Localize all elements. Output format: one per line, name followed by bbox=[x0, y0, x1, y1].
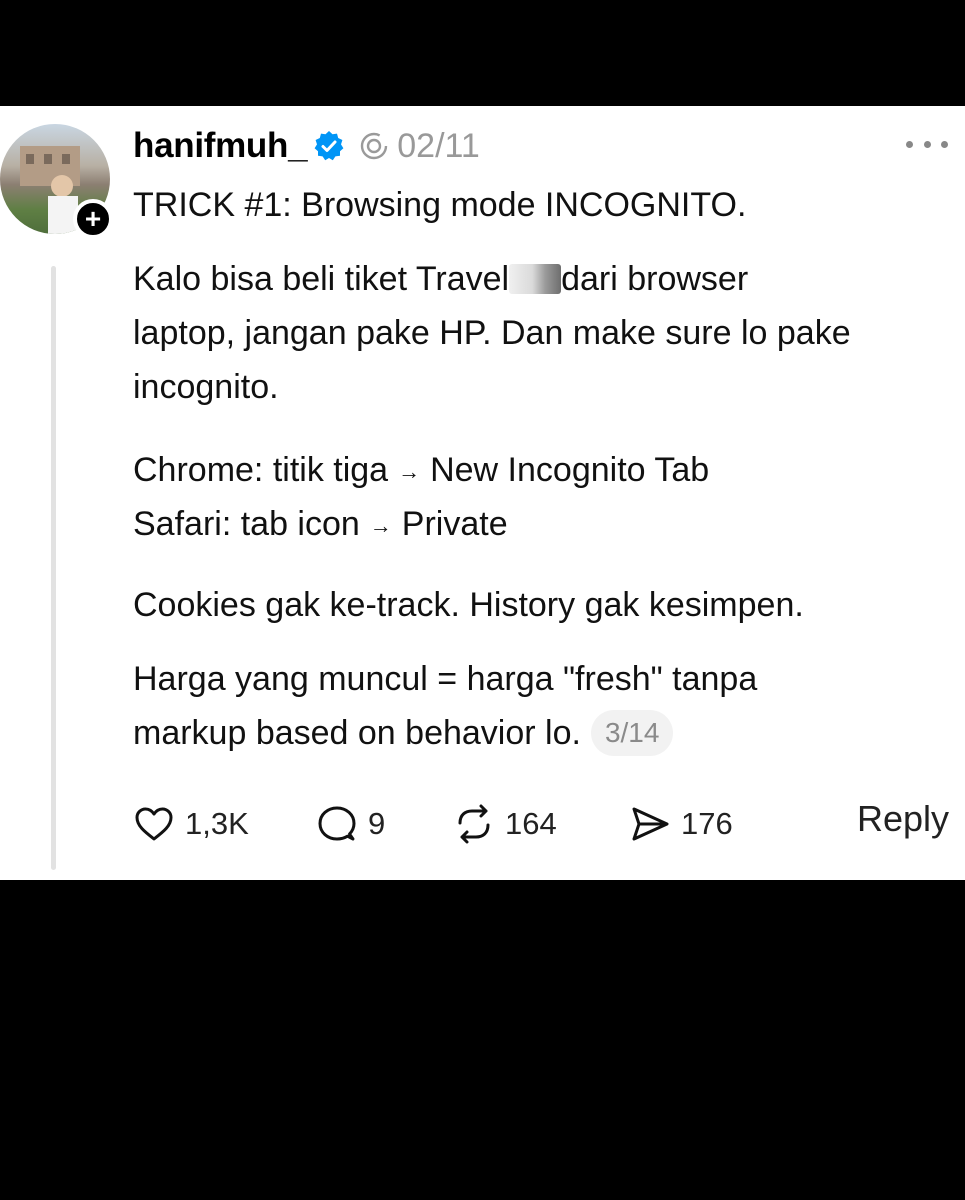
text-fragment: Private bbox=[401, 505, 508, 543]
share-button[interactable]: 176 bbox=[629, 799, 733, 849]
action-bar: 1,3K 9 164 176 bbox=[133, 799, 953, 849]
arrow-icon: → bbox=[369, 513, 392, 538]
repost-count: 164 bbox=[505, 806, 557, 841]
repost-button[interactable]: 164 bbox=[453, 799, 557, 849]
post-line-harga: Harga yang muncul = harga "fresh" tanpa bbox=[133, 660, 758, 698]
post-date: 02/11 bbox=[397, 126, 480, 165]
more-icon[interactable] bbox=[906, 134, 948, 154]
comment-count: 9 bbox=[368, 806, 386, 841]
post-line-markup: markup based on behavior lo. 3/14 bbox=[133, 706, 674, 760]
text-fragment: Safari: tab icon bbox=[133, 505, 360, 543]
thread-post: + hanifmuh_ 02/11 TRICK #1: Browsing mod… bbox=[0, 106, 965, 880]
redacted-blur bbox=[509, 264, 562, 294]
verified-badge-icon bbox=[314, 131, 344, 161]
post-line-chrome: Chrome: titik tiga → New Incognito Tab bbox=[133, 443, 709, 499]
thread-position-badge: 3/14 bbox=[590, 710, 674, 756]
thread-connector-line bbox=[51, 266, 56, 870]
post-line-safari: Safari: tab icon → Private bbox=[133, 497, 508, 553]
text-fragment: Kalo bisa beli tiket Travel bbox=[133, 260, 510, 298]
reply-button[interactable]: Reply bbox=[857, 798, 949, 840]
repost-icon bbox=[458, 804, 490, 844]
post-line-2: Kalo bisa beli tiket Travel dari browser bbox=[133, 252, 748, 306]
more-dot bbox=[923, 140, 931, 148]
comment-button[interactable]: 9 bbox=[316, 799, 385, 849]
share-count: 176 bbox=[681, 806, 733, 841]
more-dot bbox=[941, 140, 948, 148]
text-fragment: markup based on behavior lo. bbox=[133, 714, 581, 752]
thread-icon bbox=[361, 132, 388, 160]
follow-plus-icon[interactable]: + bbox=[73, 199, 113, 239]
like-count: 1,3K bbox=[185, 806, 249, 841]
post-line-3: laptop, jangan pake HP. Dan make sure lo… bbox=[133, 314, 851, 352]
comment-icon bbox=[318, 806, 356, 841]
text-fragment: dari browser bbox=[561, 260, 749, 298]
post-line-1: TRICK #1: Browsing mode INCOGNITO. bbox=[133, 186, 747, 224]
text-fragment: Chrome: titik tiga bbox=[133, 451, 389, 489]
share-icon bbox=[632, 807, 669, 841]
text-fragment: New Incognito Tab bbox=[430, 451, 710, 489]
post-line-4: incognito. bbox=[133, 368, 279, 406]
post-header: hanifmuh_ 02/11 bbox=[133, 124, 480, 168]
post-line-cookies: Cookies gak ke-track. History gak kesimp… bbox=[133, 586, 804, 624]
heart-icon bbox=[135, 807, 173, 841]
username[interactable]: hanifmuh_ bbox=[133, 126, 308, 166]
more-dot bbox=[906, 140, 913, 148]
like-button[interactable]: 1,3K bbox=[133, 799, 249, 849]
arrow-icon: → bbox=[398, 459, 421, 484]
